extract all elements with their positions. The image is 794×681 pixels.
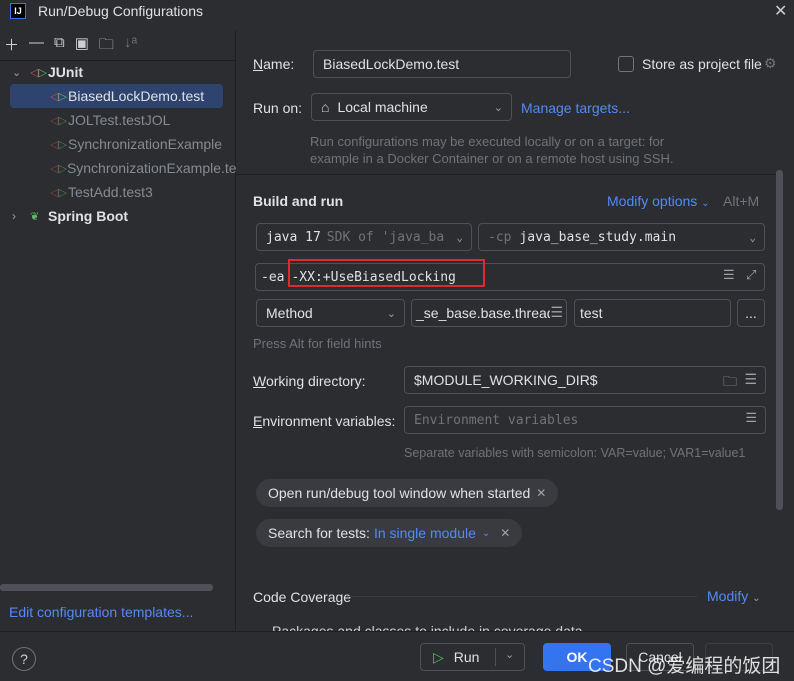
home-icon: ⌂ xyxy=(321,99,330,115)
chevron-down-icon[interactable]: ⌄ xyxy=(505,648,514,661)
junit-test-icon: ◁▷ xyxy=(50,114,67,127)
field-hints: Press Alt for field hints xyxy=(253,336,382,351)
chevron-down-icon[interactable]: ⌄ xyxy=(12,66,30,79)
store-label: Store as project file xyxy=(642,56,762,72)
plus-icon[interactable]: ＋ xyxy=(4,34,19,54)
folder-add-icon[interactable]: 🗀 xyxy=(99,34,114,54)
junit-icon: ◁▷ xyxy=(30,66,47,79)
sidebar-scrollbar[interactable] xyxy=(0,584,213,591)
toolbar: ＋ — ⧉ ▣ 🗀 ↓ᵃ xyxy=(4,34,137,54)
name-label: Name: xyxy=(253,56,295,72)
browse-button[interactable]: ... xyxy=(737,299,765,327)
app-logo: IJ xyxy=(10,3,26,19)
spring-boot-icon: ❦ xyxy=(30,210,40,223)
junit-test-icon: ◁▷ xyxy=(50,162,67,175)
list-icon[interactable]: ☰ xyxy=(744,371,757,388)
coverage-modify-link[interactable]: Modify ⌄ xyxy=(707,588,761,604)
copy-icon[interactable]: ⧉ xyxy=(54,34,65,54)
edit-templates-link[interactable]: Edit configuration templates... xyxy=(9,604,193,620)
coverage-sub: Packages and classes to include in cover… xyxy=(272,623,583,631)
chevron-right-icon[interactable]: › xyxy=(12,209,30,223)
sort-icon[interactable]: ↓ᵃ xyxy=(124,34,137,54)
option-chip-open-tool-window[interactable]: Open run/debug tool window when started ✕ xyxy=(256,479,559,507)
tree-group-junit[interactable]: ⌄ ◁▷ JUnit xyxy=(12,60,83,84)
store-checkbox[interactable] xyxy=(618,56,634,72)
env-input[interactable]: Environment variables ☰ xyxy=(404,406,766,434)
classpath-dropdown[interactable]: -cp java_base_study.main ⌄ xyxy=(478,223,765,251)
tree-group-spring-boot[interactable]: › ❦ Spring Boot xyxy=(12,204,128,228)
workdir-input[interactable]: $MODULE_WORKING_DIR$ 🗀 ☰ xyxy=(404,366,766,394)
main-scrollbar[interactable] xyxy=(776,170,783,510)
expand-icon[interactable]: ⤢ xyxy=(746,268,756,283)
sidebar: ＋ — ⧉ ▣ 🗀 ↓ᵃ ⌄ ◁▷ JUnit ◁▷ BiasedLockDemo… xyxy=(0,30,236,630)
folder-icon[interactable]: 🗀 xyxy=(723,371,737,393)
chevron-down-icon: ⌄ xyxy=(456,230,463,244)
env-label: Environment variables: xyxy=(253,413,396,429)
option-chip-search-tests[interactable]: Search for tests: In single module ⌄ ✕ xyxy=(256,519,523,547)
list-icon[interactable]: ☰ xyxy=(550,304,563,321)
name-input[interactable]: BiasedLockDemo.test xyxy=(313,50,571,78)
minus-icon[interactable]: — xyxy=(29,34,44,54)
run-on-label: Run on: xyxy=(253,100,303,116)
run-button[interactable]: ▷ Run ⌄ xyxy=(420,643,525,671)
window-title: Run/Debug Configurations xyxy=(38,3,203,19)
save-icon[interactable]: ▣ xyxy=(75,34,89,54)
close-icon[interactable]: ✕ xyxy=(536,486,546,500)
close-icon[interactable]: ✕ xyxy=(500,526,510,540)
list-icon[interactable]: ☰ xyxy=(723,268,735,283)
manage-targets-link[interactable]: Manage targets... xyxy=(521,100,630,116)
class-input[interactable]: _se_base.base.thread. ☰ xyxy=(411,299,567,327)
junit-test-icon: ◁▷ xyxy=(50,186,67,199)
title-bar: IJ Run/Debug Configurations ✕ xyxy=(0,0,794,24)
close-icon[interactable]: ✕ xyxy=(774,1,787,21)
chevron-down-icon: ⌄ xyxy=(493,101,503,114)
workdir-label: Working directory: xyxy=(253,373,366,389)
tree-item[interactable]: ◁▷ SynchronizationExample.test xyxy=(50,156,236,180)
play-icon: ▷ xyxy=(433,648,444,665)
tree-item[interactable]: ◁▷ SynchronizationExample xyxy=(50,132,222,156)
build-run-title: Build and run xyxy=(253,193,344,209)
tree-item[interactable]: ◁▷ TestAdd.test3 xyxy=(50,180,153,204)
list-icon[interactable]: ☰ xyxy=(745,411,757,426)
tree-item[interactable]: ◁▷ JOLTest.testJOL xyxy=(50,108,170,132)
test-kind-dropdown[interactable]: Method ⌄ xyxy=(256,299,405,327)
gear-icon[interactable]: ⚙ xyxy=(764,55,777,72)
junit-test-icon: ◁▷ xyxy=(50,138,67,151)
help-button[interactable]: ? xyxy=(12,647,36,671)
chevron-down-icon: ⌄ xyxy=(749,230,756,244)
method-input[interactable]: test xyxy=(574,299,731,327)
chevron-down-icon: ⌄ xyxy=(386,307,396,320)
env-hint: Separate variables with semicolon: VAR=v… xyxy=(404,446,746,460)
modify-options-link[interactable]: Modify options ⌄ xyxy=(607,193,710,209)
footer: ? ▷ Run ⌄ OK Cancel CSDN @爱编程的饭团 xyxy=(0,631,794,681)
modify-shortcut: Alt+M xyxy=(723,193,760,209)
tree-item[interactable]: ◁▷ BiasedLockDemo.test xyxy=(50,84,204,108)
jdk-dropdown[interactable]: java 17 SDK of 'java_ba ⌄ xyxy=(256,223,472,251)
watermark: CSDN @爱编程的饭团 xyxy=(588,656,781,677)
run-on-dropdown[interactable]: ⌂ Local machine ⌄ xyxy=(311,93,512,121)
coverage-title: Code Coverage xyxy=(253,589,352,605)
highlight-box xyxy=(288,259,485,287)
run-on-hint: Run configurations may be executed local… xyxy=(310,134,674,166)
junit-test-icon: ◁▷ xyxy=(50,90,67,103)
